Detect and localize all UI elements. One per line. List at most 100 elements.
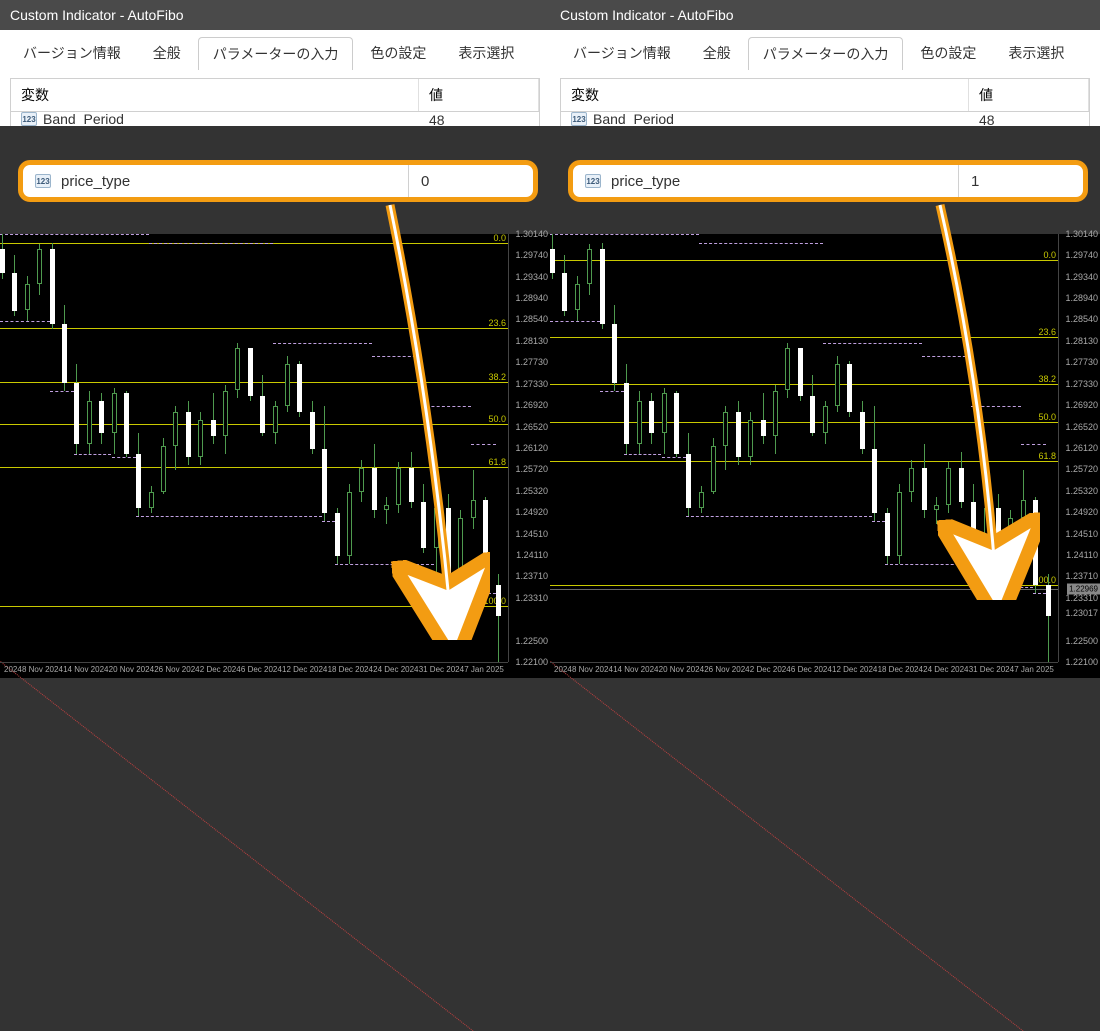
titlebar[interactable]: Custom Indicator - AutoFibo	[0, 0, 550, 30]
candle	[984, 234, 990, 662]
candle	[612, 234, 618, 662]
tab-0[interactable]: バージョン情報	[558, 36, 686, 69]
int-icon: 123	[585, 174, 601, 188]
time-tick: 20 Nov 2024	[109, 665, 154, 676]
price-tick: 1.25320	[1065, 486, 1098, 496]
candle	[483, 234, 489, 662]
price-tick: 1.26120	[515, 443, 548, 453]
parameter-grid-header: 変数 値	[10, 78, 540, 112]
price-tick: 1.30140	[1065, 229, 1098, 239]
time-tick: 31 Dec 2024	[419, 665, 464, 676]
price-tick: 1.29740	[515, 250, 548, 260]
window-title: Custom Indicator - AutoFibo	[560, 7, 734, 23]
time-scale[interactable]: 20248 Nov 202414 Nov 202420 Nov 202426 N…	[0, 662, 508, 678]
time-tick: 8 Nov 2024	[572, 665, 613, 676]
bid-badge: 1.22969	[1067, 584, 1100, 595]
candle	[922, 234, 928, 662]
price-tick: 1.27730	[515, 357, 548, 367]
time-tick: 8 Nov 2024	[22, 665, 63, 676]
candle	[50, 234, 56, 662]
time-tick: 26 Nov 2024	[154, 665, 199, 676]
tab-2[interactable]: パラメーターの入力	[748, 37, 904, 70]
price-tick: 1.28940	[1065, 293, 1098, 303]
price-tick: 1.26920	[1065, 400, 1098, 410]
tab-4[interactable]: 表示選択	[993, 36, 1079, 69]
candle	[550, 234, 556, 662]
candle	[273, 234, 279, 662]
highlight-price-type-left[interactable]: 123 price_type 0	[18, 160, 538, 202]
titlebar[interactable]: Custom Indicator - AutoFibo	[550, 0, 1100, 30]
time-tick: 6 Dec 2024	[791, 665, 832, 676]
candle	[248, 234, 254, 662]
candle	[223, 234, 229, 662]
price-tick: 1.28130	[515, 336, 548, 346]
time-tick: 18 Dec 2024	[878, 665, 923, 676]
price-tick: 1.22500	[515, 636, 548, 646]
chart-right[interactable]: 0.023.638.250.061.8100.0 1.301401.297401…	[550, 234, 1100, 678]
candle	[909, 234, 915, 662]
candle	[434, 234, 440, 662]
candle	[37, 234, 43, 662]
candle	[575, 234, 581, 662]
time-scale[interactable]: 20248 Nov 202414 Nov 202420 Nov 202426 N…	[550, 662, 1058, 678]
candle	[87, 234, 93, 662]
price-tick: 1.29340	[515, 272, 548, 282]
candle	[211, 234, 217, 662]
param-row-band-period[interactable]: 123Band_Period 48	[560, 112, 1090, 126]
candle	[649, 234, 655, 662]
candle	[1046, 234, 1052, 662]
candle	[723, 234, 729, 662]
tab-3[interactable]: 色の設定	[355, 36, 441, 69]
tab-2[interactable]: パラメーターの入力	[198, 37, 354, 70]
candle	[1008, 234, 1014, 662]
tab-1[interactable]: 全般	[138, 36, 196, 69]
col-variable: 変数	[561, 79, 969, 111]
price-tick: 1.24510	[1065, 529, 1098, 539]
tab-0[interactable]: バージョン情報	[8, 36, 136, 69]
candle	[198, 234, 204, 662]
price-tick: 1.24920	[515, 507, 548, 517]
time-tick: 14 Nov 2024	[613, 665, 658, 676]
tab-1[interactable]: 全般	[688, 36, 746, 69]
candle	[662, 234, 668, 662]
param-value: 48	[969, 112, 1089, 126]
divider	[958, 165, 959, 197]
candle	[810, 234, 816, 662]
int-icon: 123	[21, 112, 37, 126]
time-tick: 12 Dec 2024	[282, 665, 327, 676]
candle	[934, 234, 940, 662]
candle	[860, 234, 866, 662]
candle	[235, 234, 241, 662]
candle	[0, 234, 6, 662]
time-tick: 24 Dec 2024	[923, 665, 968, 676]
candle	[161, 234, 167, 662]
chart-plot-area[interactable]: 0.023.638.250.061.8100.0	[0, 234, 508, 662]
price-tick: 1.24510	[515, 529, 548, 539]
highlight-price-type-right[interactable]: 123 price_type 1	[568, 160, 1088, 202]
candle	[600, 234, 606, 662]
time-tick: 18 Dec 2024	[328, 665, 373, 676]
chart-plot-area[interactable]: 0.023.638.250.061.8100.0	[550, 234, 1058, 662]
price-scale[interactable]: 1.301401.297401.293401.289401.285401.281…	[508, 234, 550, 662]
tab-4[interactable]: 表示選択	[443, 36, 529, 69]
candle	[124, 234, 130, 662]
candle	[885, 234, 891, 662]
candle	[761, 234, 767, 662]
tab-3[interactable]: 色の設定	[905, 36, 991, 69]
param-value[interactable]: 0	[421, 173, 521, 190]
price-tick: 1.22100	[515, 657, 548, 667]
param-row-band-period[interactable]: 123Band_Period 48	[10, 112, 540, 126]
param-value[interactable]: 1	[971, 173, 1071, 190]
chart-left[interactable]: 0.023.638.250.061.8100.0 1.301401.297401…	[0, 234, 550, 678]
candle	[297, 234, 303, 662]
candle	[785, 234, 791, 662]
price-tick: 1.22500	[1065, 636, 1098, 646]
time-tick: 7 Jan 2025	[1014, 665, 1054, 676]
candle	[847, 234, 853, 662]
param-name: price_type	[61, 173, 408, 190]
price-tick: 1.23310	[515, 593, 548, 603]
price-tick: 1.22100	[1065, 657, 1098, 667]
price-scale[interactable]: 1.301401.297401.293401.289401.285401.281…	[1058, 234, 1100, 662]
candle	[421, 234, 427, 662]
candle	[335, 234, 341, 662]
